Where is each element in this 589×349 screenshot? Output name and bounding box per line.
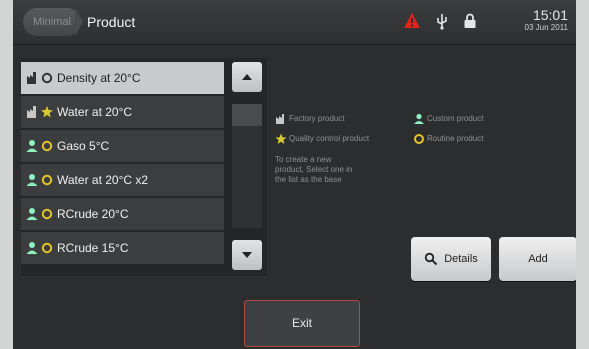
user-icon [26,174,38,186]
product-list-item[interactable]: Gaso 5°C [21,130,224,162]
product-list-item-label: Density at 20°C [57,71,141,85]
search-icon [424,252,438,266]
legend-factory-label: Factory product [289,114,345,123]
product-list-item-label: RCrude 20°C [57,207,129,221]
product-list-item-label: Water at 20°C [57,105,133,119]
factory-icon [276,114,284,124]
exit-label: Exit [291,316,312,330]
star-icon [41,106,53,118]
top-bar: Minimal Product 15:01 03 Jun 2011 [13,0,576,45]
app-screen: Minimal Product 15:01 03 Jun 2011 Densit… [13,0,576,349]
product-list-panel: Density at 20°C Water at 20°C Gaso 5°C Wate… [21,58,267,276]
user-icon [26,208,38,220]
scroll-thumb[interactable] [232,104,262,126]
product-list-item[interactable]: RCrude 20°C [21,198,224,230]
product-list-item[interactable]: RCrude 15°C [21,232,224,264]
exit-button[interactable]: Exit [244,300,360,347]
factory-icon [27,72,36,84]
routine-icon [41,174,53,186]
add-button[interactable]: Add [499,237,576,281]
legend-quality-label: Quality control product [289,134,370,143]
legend-custom-label: Custom product [427,114,484,123]
product-list-item[interactable]: Water at 20°C [21,96,224,128]
warning-icon[interactable] [403,12,421,30]
user-icon [26,242,38,254]
routine-icon [41,208,53,220]
product-list-item[interactable]: Density at 20°C [21,62,224,94]
usb-icon [437,14,447,30]
routine-icon [41,72,53,84]
clock-date: 03 Jun 2011 [524,23,568,32]
breadcrumb-home[interactable]: Minimal [23,8,81,36]
clock-time: 15:01 [532,7,568,23]
star-icon [275,133,287,144]
page-title: Product [74,0,135,44]
legend-routine-label: Routine product [427,134,484,143]
routine-icon [414,134,424,144]
product-list-item-label: Gaso 5°C [57,139,110,153]
routine-icon [41,140,53,152]
scroll-up-button[interactable] [232,62,262,92]
details-label: Details [444,253,478,265]
create-hint: To create a new product, Select one in t… [275,155,353,184]
scroll-down-button[interactable] [232,240,262,270]
product-list: Density at 20°C Water at 20°C Gaso 5°C Wate… [21,62,224,266]
arrow-up-icon [242,74,252,80]
clock: 15:01 03 Jun 2011 [525,8,568,32]
product-list-item-label: RCrude 15°C [57,241,129,255]
factory-icon [27,106,36,118]
product-list-item-label: Water at 20°C x2 [57,173,149,187]
arrow-down-icon [242,252,252,258]
user-icon [26,140,38,152]
lock-icon [464,13,476,28]
routine-icon [41,242,53,254]
product-list-item[interactable]: Water at 20°C x2 [21,164,224,196]
details-button[interactable]: Details [411,237,491,281]
add-label: Add [528,253,548,265]
user-icon [414,113,424,124]
